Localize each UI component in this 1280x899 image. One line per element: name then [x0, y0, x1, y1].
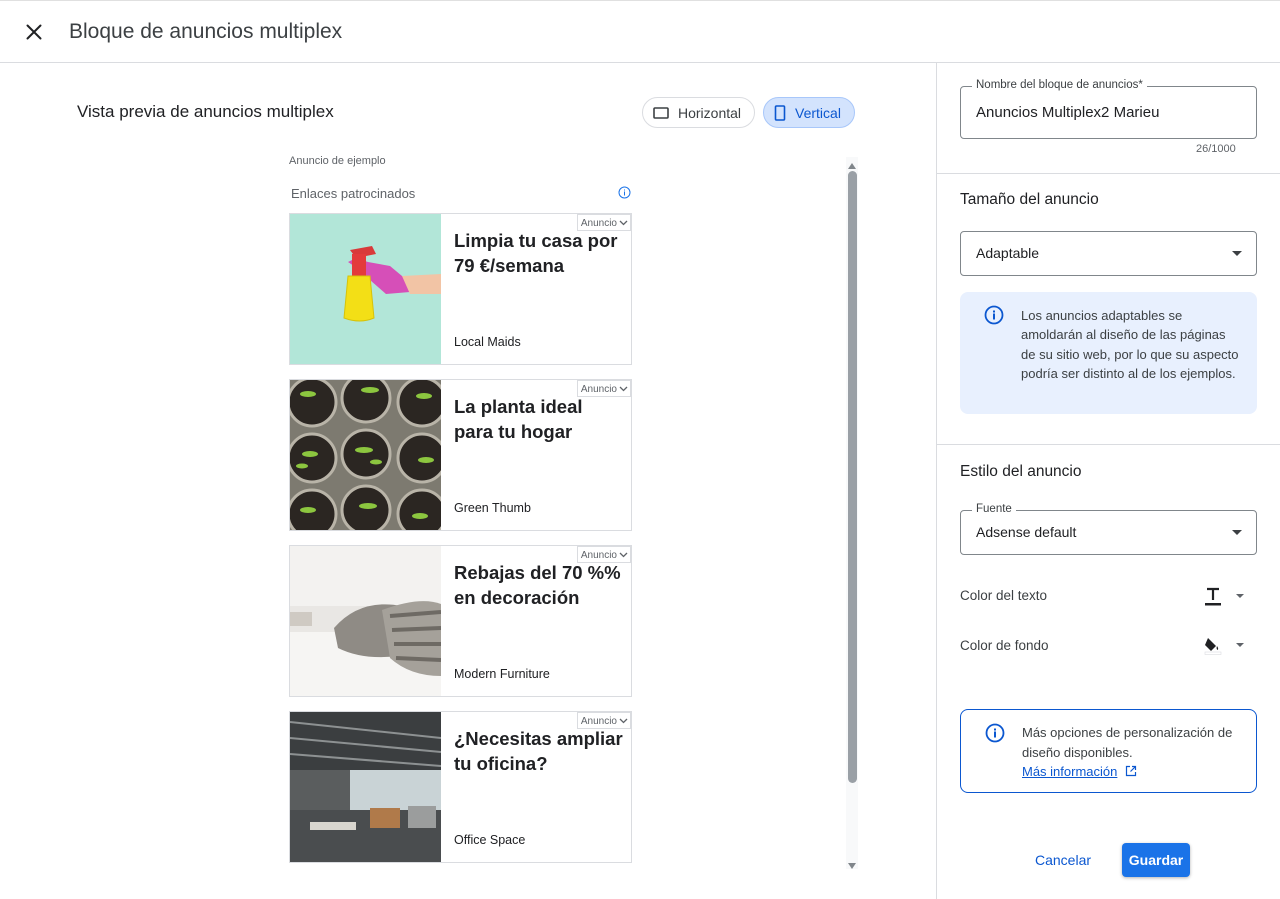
page-title: Bloque de anuncios multiplex: [69, 20, 343, 43]
info-icon: [985, 723, 1005, 748]
ad-image-office: [290, 712, 441, 862]
ad-style-title: Estilo del anuncio: [960, 463, 1082, 480]
more-options-box: Más opciones de personalización de diseñ…: [960, 709, 1257, 793]
ad-image-plants: [290, 380, 441, 530]
ad-badge[interactable]: Anuncio: [576, 380, 631, 397]
ad-card[interactable]: ¿Necesitas ampliar tu oficina? Office Sp…: [289, 711, 632, 863]
learn-more-link[interactable]: Más información: [1022, 764, 1117, 779]
ad-badge[interactable]: Anuncio: [576, 712, 631, 729]
ad-card[interactable]: Rebajas del 70 %% en decoración Modern F…: [289, 545, 632, 697]
ad-headline[interactable]: ¿Necesitas ampliar tu oficina?: [454, 726, 624, 776]
paint-bucket-icon: [1204, 638, 1222, 655]
more-options-text: Más opciones de personalización de diseñ…: [1022, 725, 1233, 760]
ad-advertiser: Office Space: [454, 833, 526, 847]
ad-size-title: Tamaño del anuncio: [960, 191, 1099, 208]
chevron-down-icon: [1236, 594, 1244, 598]
cancel-button[interactable]: Cancelar: [1027, 845, 1099, 875]
chevron-down-icon: [619, 552, 628, 558]
dropdown-arrow-icon: [1232, 529, 1242, 535]
external-link-icon[interactable]: [1125, 765, 1137, 777]
ad-advertiser: Modern Furniture: [454, 667, 550, 681]
vertical-label: Vertical: [795, 104, 841, 121]
chevron-down-icon: [619, 220, 628, 226]
chevron-down-icon: [619, 718, 628, 724]
text-color-icon: [1205, 587, 1221, 606]
scroll-up-arrow-icon[interactable]: [847, 157, 857, 169]
preview-title: Vista previa de anuncios multiplex: [77, 102, 334, 121]
character-counter: 26/1000: [1196, 143, 1236, 155]
font-select[interactable]: Fuente Adsense default: [960, 503, 1257, 555]
ad-badge[interactable]: Anuncio: [576, 546, 631, 563]
ad-unit-name-field[interactable]: Nombre del bloque de anuncios* Anuncios …: [960, 79, 1257, 139]
ad-image-bedroom: [290, 546, 441, 696]
chevron-down-icon: [1236, 643, 1244, 647]
ad-unit-name-label: Nombre del bloque de anuncios*: [972, 79, 1147, 91]
text-color-label: Color del texto: [960, 588, 1048, 603]
ad-image-cleaning: [290, 214, 441, 364]
preview-scrollbar-thumb[interactable]: [848, 171, 857, 783]
ad-badge-label: Anuncio: [580, 383, 617, 395]
ad-unit-name-value[interactable]: Anuncios Multiplex2 Marieu: [976, 104, 1159, 121]
vertical-rectangle-icon: [774, 104, 786, 121]
horizontal-rectangle-icon: [653, 106, 669, 119]
ad-badge-label: Anuncio: [580, 715, 617, 727]
ad-headline[interactable]: Limpia tu casa por 79 €/semana: [454, 228, 624, 278]
orientation-toggle: Horizontal Vertical: [642, 97, 855, 128]
ad-badge-label: Anuncio: [580, 549, 617, 561]
ad-headline[interactable]: Rebajas del 70 %% en decoración: [454, 560, 624, 610]
responsive-info-box: Los anuncios adaptables se amoldarán al …: [960, 292, 1257, 414]
dialog-header: Bloque de anuncios multiplex: [0, 0, 1280, 63]
ad-card[interactable]: La planta ideal para tu hogar Green Thum…: [289, 379, 632, 531]
save-button[interactable]: Guardar: [1122, 843, 1190, 877]
horizontal-button[interactable]: Horizontal: [642, 97, 756, 128]
close-icon[interactable]: [21, 19, 47, 45]
horizontal-label: Horizontal: [678, 104, 742, 121]
sample-ad-label: Anuncio de ejemplo: [289, 155, 386, 167]
font-label: Fuente: [972, 503, 1016, 515]
ad-badge-label: Anuncio: [580, 217, 617, 229]
dropdown-arrow-icon: [1232, 250, 1242, 256]
ad-advertiser: Green Thumb: [454, 501, 531, 515]
divider: [937, 173, 1280, 174]
ad-badge[interactable]: Anuncio: [576, 214, 631, 231]
ad-headline[interactable]: La planta ideal para tu hogar: [454, 394, 624, 444]
sponsored-links-label: Enlaces patrocinados: [291, 186, 416, 201]
info-icon[interactable]: [618, 186, 631, 204]
chevron-down-icon: [619, 386, 628, 392]
info-icon: [984, 305, 1004, 330]
vertical-button[interactable]: Vertical: [763, 97, 855, 128]
responsive-info-text: Los anuncios adaptables se amoldarán al …: [1021, 308, 1239, 381]
scroll-down-arrow-icon[interactable]: [847, 857, 857, 869]
font-value: Adsense default: [976, 524, 1077, 540]
ad-size-select[interactable]: Adaptable: [960, 231, 1257, 276]
background-color-picker[interactable]: [1204, 633, 1248, 657]
divider: [937, 444, 1280, 445]
ad-size-value: Adaptable: [976, 245, 1040, 261]
ad-card[interactable]: Limpia tu casa por 79 €/semana Local Mai…: [289, 213, 632, 365]
text-color-picker[interactable]: [1204, 584, 1248, 608]
background-color-label: Color de fondo: [960, 638, 1049, 653]
ad-advertiser: Local Maids: [454, 335, 521, 349]
